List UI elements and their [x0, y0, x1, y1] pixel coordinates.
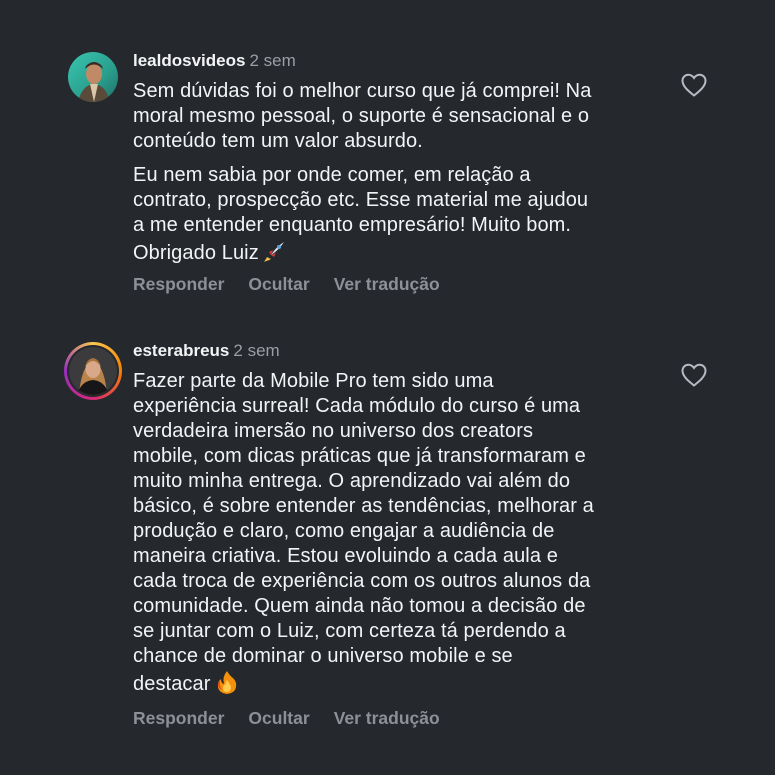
comment-line: conteúdo tem um valor absurdo.	[133, 130, 423, 152]
comment-text: Fazer parte da Mobile Pro tem sido uma e…	[133, 369, 663, 697]
reply-button[interactable]: Responder	[133, 708, 224, 728]
comment-actions: Responder Ocultar Ver tradução	[133, 707, 440, 729]
timestamp: 2 sem	[233, 341, 280, 360]
comment-line-text: Obrigado Luiz	[133, 242, 259, 264]
hide-button[interactable]: Ocultar	[248, 708, 309, 728]
comment-actions: Responder Ocultar Ver tradução	[133, 273, 440, 295]
translate-button[interactable]: Ver tradução	[334, 274, 440, 294]
comment-text: Sem dúvidas foi o melhor curso que já co…	[133, 79, 663, 154]
avatar-photo	[69, 347, 117, 395]
comment-line: verdadeira imersão no universo dos creat…	[133, 420, 534, 442]
rocket-emoji	[262, 238, 288, 264]
comment-line: moral mesmo pessoal, o suporte é sensaci…	[133, 105, 590, 127]
comment-line: destacar	[133, 669, 663, 697]
avatar[interactable]	[68, 52, 118, 102]
timestamp: 2 sem	[249, 51, 296, 70]
comment-line: cada troca de experiência com os outros …	[133, 570, 591, 592]
comment-meta: esterabreus 2 sem	[133, 340, 663, 362]
comment-line: a me entender enquanto empresário! Muito…	[133, 214, 572, 236]
comment-line: Sem dúvidas foi o melhor curso que já co…	[133, 80, 592, 102]
heart-outline-icon[interactable]	[680, 362, 708, 388]
comment-line: produção e claro, como engajar a audiênc…	[133, 520, 555, 542]
avatar-photo	[68, 52, 118, 102]
comment-line: contrato, prospecção etc. Esse material …	[133, 189, 589, 211]
heart-outline-icon[interactable]	[680, 72, 708, 98]
username[interactable]: esterabreus	[133, 341, 229, 360]
fire-emoji	[214, 669, 240, 695]
hide-button[interactable]: Ocultar	[248, 274, 309, 294]
comment-line: Eu nem sabia por onde comer, em relação …	[133, 164, 531, 186]
reply-button[interactable]: Responder	[133, 274, 224, 294]
comment-line: se juntar com o Luiz, com certeza tá per…	[133, 620, 566, 642]
username[interactable]: lealdosvideos	[133, 51, 245, 70]
comment-meta: lealdosvideos 2 sem	[133, 50, 663, 72]
comment-line-text: destacar	[133, 673, 211, 695]
translate-button[interactable]: Ver tradução	[334, 708, 440, 728]
comment-line: muito minha entrega. O aprendizado vai a…	[133, 470, 571, 492]
comment-line: comunidade. Quem ainda não tomou a decis…	[133, 595, 586, 617]
comment-line: Obrigado Luiz	[133, 238, 663, 266]
comment-text: Eu nem sabia por onde comer, em relação …	[133, 163, 663, 266]
comment-line: chance de dominar o universo mobile e se	[133, 645, 513, 667]
comment-line: mobile, com dicas práticas que já transf…	[133, 445, 586, 467]
comment-line: experiência surreal! Cada módulo do curs…	[133, 395, 581, 417]
comment-line: maneira criativa. Estou evoluindo a cada…	[133, 545, 558, 567]
comment-line: Fazer parte da Mobile Pro tem sido uma	[133, 370, 494, 392]
avatar[interactable]	[64, 342, 122, 400]
comment-line: básico, é sobre entender as tendências, …	[133, 495, 594, 517]
